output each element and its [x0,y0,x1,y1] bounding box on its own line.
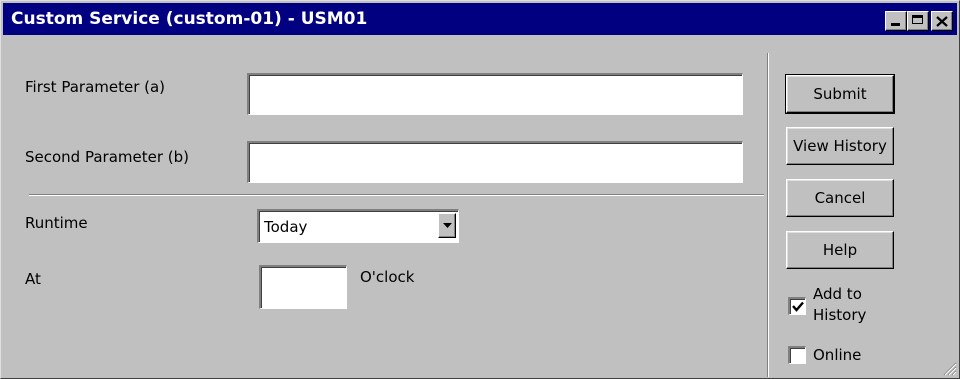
add-to-history-checkbox[interactable] [788,297,806,315]
custom-service-window: Custom Service (custom-01) - USM01 First… [0,0,960,379]
first-parameter-label: First Parameter (a) [25,78,166,96]
title-bar[interactable]: Custom Service (custom-01) - USM01 [3,3,957,35]
resize-grip-icon[interactable] [941,360,957,376]
window-title: Custom Service (custom-01) - USM01 [11,9,368,29]
help-button[interactable]: Help [786,231,894,269]
runtime-select[interactable]: Today [257,209,459,243]
maximize-icon[interactable] [907,11,929,31]
at-hour-input[interactable] [259,265,347,309]
runtime-selected-value: Today [264,218,308,236]
dialog-body: First Parameter (a) Second Parameter (b)… [3,37,957,377]
chevron-down-icon[interactable] [438,213,456,238]
online-checkbox[interactable] [788,346,806,364]
online-label: Online [813,346,862,364]
oclock-label: O'clock [360,268,415,286]
section-divider [29,194,764,196]
add-to-history-label-line2: History [813,306,867,324]
view-history-button[interactable]: View History [786,127,894,165]
cancel-button[interactable]: Cancel [786,179,894,217]
second-parameter-label: Second Parameter (b) [25,148,190,166]
add-to-history-label-line1: Add to [813,285,862,303]
panel-divider [767,53,769,377]
at-label: At [25,270,41,288]
submit-button[interactable]: Submit [785,74,895,114]
minimize-icon[interactable] [885,11,907,31]
checkmark-icon [791,301,804,312]
runtime-label: Runtime [25,214,88,232]
second-parameter-input[interactable] [247,141,743,183]
close-icon[interactable] [931,11,953,31]
first-parameter-input[interactable] [247,73,743,115]
